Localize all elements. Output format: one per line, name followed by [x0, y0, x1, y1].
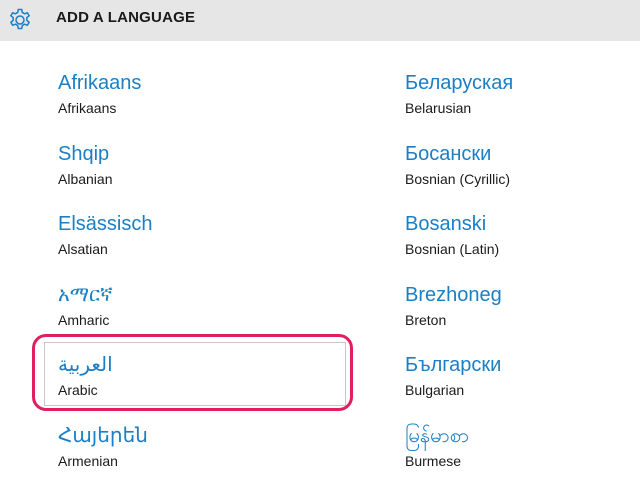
language-item-breton[interactable]: Brezhoneg Breton [405, 283, 635, 345]
language-english-name: Bosnian (Latin) [405, 241, 500, 257]
language-english-name: Belarusian [405, 100, 472, 116]
language-english-name: Albanian [58, 171, 113, 187]
selection-highlight-ring [32, 334, 353, 411]
language-native-name: Հայերեն [58, 425, 148, 447]
language-native-name: မြန်မာစာ [405, 425, 470, 447]
language-english-name: Breton [405, 312, 447, 328]
language-english-name: Bosnian (Cyrillic) [405, 171, 511, 187]
language-native-name: Bosanski [405, 213, 487, 235]
language-native-name: Shqip [58, 143, 110, 165]
language-english-name: Armenian [58, 453, 118, 469]
language-item-albanian[interactable]: Shqip Albanian [58, 142, 288, 204]
language-item-bosnian-latin[interactable]: Bosanski Bosnian (Latin) [405, 212, 635, 274]
header-bar: ADD A LANGUAGE [0, 0, 640, 41]
language-item-afrikaans[interactable]: Afrikaans Afrikaans [58, 71, 288, 133]
gear-icon[interactable] [7, 7, 33, 33]
page-title: ADD A LANGUAGE [56, 9, 196, 26]
language-item-armenian[interactable]: Հայերեն Armenian [58, 424, 288, 486]
language-item-alsatian[interactable]: Elsässisch Alsatian [58, 212, 288, 274]
language-native-name: Brezhoneg [405, 284, 502, 306]
language-native-name: Afrikaans [58, 72, 142, 94]
language-english-name: Bulgarian [405, 382, 465, 398]
language-native-name: Elsässisch [58, 213, 153, 235]
language-native-name: አማርኛ [58, 284, 113, 306]
language-native-name: Български [405, 354, 502, 376]
language-native-name: Босански [405, 143, 492, 165]
language-item-belarusian[interactable]: Беларуская Belarusian [405, 71, 635, 133]
language-english-name: Alsatian [58, 241, 108, 257]
language-item-bosnian-cyrillic[interactable]: Босански Bosnian (Cyrillic) [405, 142, 635, 204]
language-english-name: Amharic [58, 312, 110, 328]
language-item-burmese[interactable]: မြန်မာစာ Burmese [405, 424, 635, 486]
language-english-name: Burmese [405, 453, 462, 469]
language-english-name: Afrikaans [58, 100, 117, 116]
language-native-name: Беларуская [405, 72, 514, 94]
language-item-bulgarian[interactable]: Български Bulgarian [405, 353, 635, 415]
